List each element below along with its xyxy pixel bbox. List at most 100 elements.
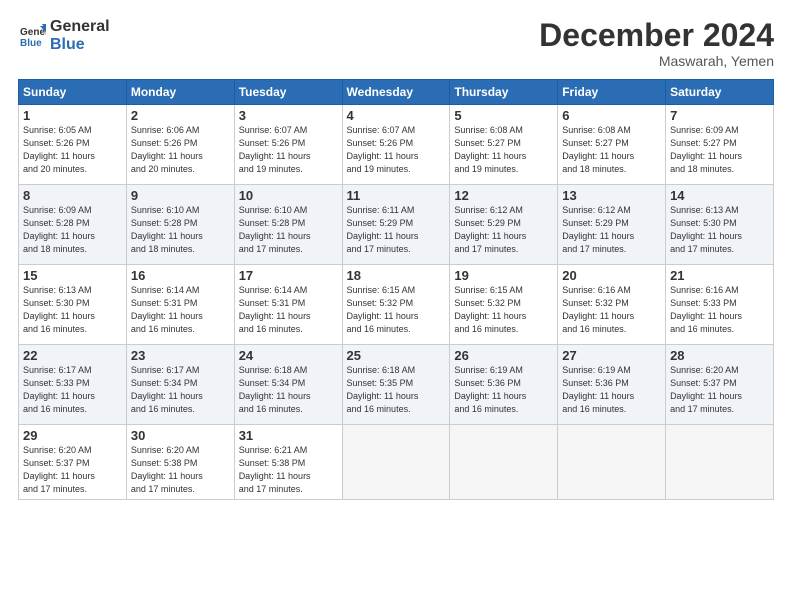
day-number: 23 xyxy=(131,348,230,363)
col-wednesday: Wednesday xyxy=(342,80,450,105)
logo-general: General xyxy=(50,18,110,36)
day-info: Sunrise: 6:16 AM Sunset: 5:33 PM Dayligh… xyxy=(670,284,769,336)
day-number: 13 xyxy=(562,188,661,203)
day-info: Sunrise: 6:17 AM Sunset: 5:34 PM Dayligh… xyxy=(131,364,230,416)
day-number: 16 xyxy=(131,268,230,283)
header: General Blue General Blue December 2024 … xyxy=(18,18,774,69)
table-cell: 14Sunrise: 6:13 AM Sunset: 5:30 PM Dayli… xyxy=(666,185,774,265)
table-cell: 10Sunrise: 6:10 AM Sunset: 5:28 PM Dayli… xyxy=(234,185,342,265)
table-cell: 1Sunrise: 6:05 AM Sunset: 5:26 PM Daylig… xyxy=(19,105,127,185)
day-info: Sunrise: 6:12 AM Sunset: 5:29 PM Dayligh… xyxy=(454,204,553,256)
day-info: Sunrise: 6:05 AM Sunset: 5:26 PM Dayligh… xyxy=(23,124,122,176)
table-cell: 27Sunrise: 6:19 AM Sunset: 5:36 PM Dayli… xyxy=(558,345,666,425)
table-cell: 31Sunrise: 6:21 AM Sunset: 5:38 PM Dayli… xyxy=(234,425,342,500)
day-number: 3 xyxy=(239,108,338,123)
col-thursday: Thursday xyxy=(450,80,558,105)
col-sunday: Sunday xyxy=(19,80,127,105)
table-cell: 21Sunrise: 6:16 AM Sunset: 5:33 PM Dayli… xyxy=(666,265,774,345)
table-cell: 29Sunrise: 6:20 AM Sunset: 5:37 PM Dayli… xyxy=(19,425,127,500)
calendar-page: General Blue General Blue December 2024 … xyxy=(0,0,792,510)
logo: General Blue General Blue xyxy=(18,18,110,53)
day-info: Sunrise: 6:20 AM Sunset: 5:37 PM Dayligh… xyxy=(670,364,769,416)
day-number: 8 xyxy=(23,188,122,203)
day-number: 29 xyxy=(23,428,122,443)
svg-text:Blue: Blue xyxy=(20,38,42,49)
table-cell: 19Sunrise: 6:15 AM Sunset: 5:32 PM Dayli… xyxy=(450,265,558,345)
table-cell: 9Sunrise: 6:10 AM Sunset: 5:28 PM Daylig… xyxy=(126,185,234,265)
table-cell: 24Sunrise: 6:18 AM Sunset: 5:34 PM Dayli… xyxy=(234,345,342,425)
day-number: 26 xyxy=(454,348,553,363)
day-number: 22 xyxy=(23,348,122,363)
day-info: Sunrise: 6:14 AM Sunset: 5:31 PM Dayligh… xyxy=(239,284,338,336)
day-number: 10 xyxy=(239,188,338,203)
table-cell: 22Sunrise: 6:17 AM Sunset: 5:33 PM Dayli… xyxy=(19,345,127,425)
col-monday: Monday xyxy=(126,80,234,105)
col-tuesday: Tuesday xyxy=(234,80,342,105)
day-info: Sunrise: 6:18 AM Sunset: 5:35 PM Dayligh… xyxy=(347,364,446,416)
table-cell: 4Sunrise: 6:07 AM Sunset: 5:26 PM Daylig… xyxy=(342,105,450,185)
day-info: Sunrise: 6:18 AM Sunset: 5:34 PM Dayligh… xyxy=(239,364,338,416)
table-cell: 25Sunrise: 6:18 AM Sunset: 5:35 PM Dayli… xyxy=(342,345,450,425)
day-info: Sunrise: 6:11 AM Sunset: 5:29 PM Dayligh… xyxy=(347,204,446,256)
table-cell: 23Sunrise: 6:17 AM Sunset: 5:34 PM Dayli… xyxy=(126,345,234,425)
day-info: Sunrise: 6:20 AM Sunset: 5:38 PM Dayligh… xyxy=(131,444,230,496)
day-info: Sunrise: 6:15 AM Sunset: 5:32 PM Dayligh… xyxy=(347,284,446,336)
table-cell: 26Sunrise: 6:19 AM Sunset: 5:36 PM Dayli… xyxy=(450,345,558,425)
day-number: 19 xyxy=(454,268,553,283)
day-number: 14 xyxy=(670,188,769,203)
table-cell xyxy=(450,425,558,500)
day-number: 27 xyxy=(562,348,661,363)
day-info: Sunrise: 6:21 AM Sunset: 5:38 PM Dayligh… xyxy=(239,444,338,496)
day-number: 17 xyxy=(239,268,338,283)
day-info: Sunrise: 6:13 AM Sunset: 5:30 PM Dayligh… xyxy=(670,204,769,256)
day-number: 28 xyxy=(670,348,769,363)
calendar-row: 8Sunrise: 6:09 AM Sunset: 5:28 PM Daylig… xyxy=(19,185,774,265)
day-number: 11 xyxy=(347,188,446,203)
location: Maswarah, Yemen xyxy=(539,53,774,69)
day-info: Sunrise: 6:12 AM Sunset: 5:29 PM Dayligh… xyxy=(562,204,661,256)
day-number: 6 xyxy=(562,108,661,123)
calendar-header-row: Sunday Monday Tuesday Wednesday Thursday… xyxy=(19,80,774,105)
day-number: 15 xyxy=(23,268,122,283)
day-number: 12 xyxy=(454,188,553,203)
day-info: Sunrise: 6:08 AM Sunset: 5:27 PM Dayligh… xyxy=(562,124,661,176)
table-cell: 6Sunrise: 6:08 AM Sunset: 5:27 PM Daylig… xyxy=(558,105,666,185)
table-cell xyxy=(558,425,666,500)
day-number: 9 xyxy=(131,188,230,203)
table-cell: 17Sunrise: 6:14 AM Sunset: 5:31 PM Dayli… xyxy=(234,265,342,345)
table-cell: 12Sunrise: 6:12 AM Sunset: 5:29 PM Dayli… xyxy=(450,185,558,265)
calendar-row: 22Sunrise: 6:17 AM Sunset: 5:33 PM Dayli… xyxy=(19,345,774,425)
day-number: 1 xyxy=(23,108,122,123)
calendar-row: 29Sunrise: 6:20 AM Sunset: 5:37 PM Dayli… xyxy=(19,425,774,500)
calendar-row: 15Sunrise: 6:13 AM Sunset: 5:30 PM Dayli… xyxy=(19,265,774,345)
day-info: Sunrise: 6:16 AM Sunset: 5:32 PM Dayligh… xyxy=(562,284,661,336)
day-info: Sunrise: 6:08 AM Sunset: 5:27 PM Dayligh… xyxy=(454,124,553,176)
col-saturday: Saturday xyxy=(666,80,774,105)
day-number: 4 xyxy=(347,108,446,123)
logo-icon: General Blue xyxy=(18,22,46,50)
day-info: Sunrise: 6:07 AM Sunset: 5:26 PM Dayligh… xyxy=(239,124,338,176)
title-block: December 2024 Maswarah, Yemen xyxy=(539,18,774,69)
day-number: 24 xyxy=(239,348,338,363)
day-info: Sunrise: 6:20 AM Sunset: 5:37 PM Dayligh… xyxy=(23,444,122,496)
day-number: 2 xyxy=(131,108,230,123)
day-info: Sunrise: 6:19 AM Sunset: 5:36 PM Dayligh… xyxy=(562,364,661,416)
day-number: 30 xyxy=(131,428,230,443)
table-cell xyxy=(342,425,450,500)
day-info: Sunrise: 6:15 AM Sunset: 5:32 PM Dayligh… xyxy=(454,284,553,336)
day-number: 21 xyxy=(670,268,769,283)
table-cell: 28Sunrise: 6:20 AM Sunset: 5:37 PM Dayli… xyxy=(666,345,774,425)
table-cell: 18Sunrise: 6:15 AM Sunset: 5:32 PM Dayli… xyxy=(342,265,450,345)
table-cell: 30Sunrise: 6:20 AM Sunset: 5:38 PM Dayli… xyxy=(126,425,234,500)
table-cell: 16Sunrise: 6:14 AM Sunset: 5:31 PM Dayli… xyxy=(126,265,234,345)
day-info: Sunrise: 6:17 AM Sunset: 5:33 PM Dayligh… xyxy=(23,364,122,416)
day-info: Sunrise: 6:10 AM Sunset: 5:28 PM Dayligh… xyxy=(131,204,230,256)
day-info: Sunrise: 6:19 AM Sunset: 5:36 PM Dayligh… xyxy=(454,364,553,416)
day-number: 25 xyxy=(347,348,446,363)
table-cell: 2Sunrise: 6:06 AM Sunset: 5:26 PM Daylig… xyxy=(126,105,234,185)
table-cell: 8Sunrise: 6:09 AM Sunset: 5:28 PM Daylig… xyxy=(19,185,127,265)
month-title: December 2024 xyxy=(539,18,774,53)
day-info: Sunrise: 6:13 AM Sunset: 5:30 PM Dayligh… xyxy=(23,284,122,336)
table-cell: 20Sunrise: 6:16 AM Sunset: 5:32 PM Dayli… xyxy=(558,265,666,345)
table-cell: 5Sunrise: 6:08 AM Sunset: 5:27 PM Daylig… xyxy=(450,105,558,185)
